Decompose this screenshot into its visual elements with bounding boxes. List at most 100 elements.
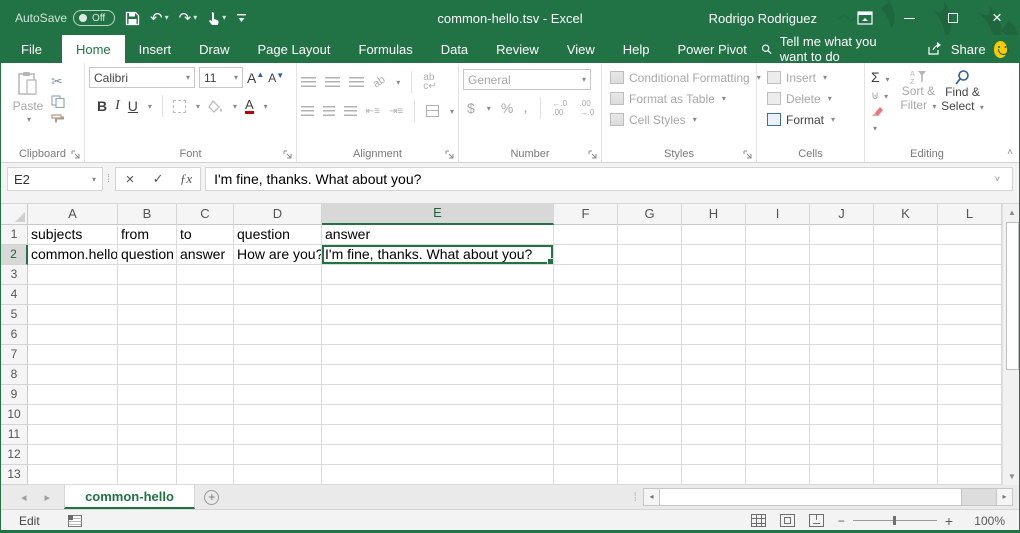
- cell-H10[interactable]: [682, 405, 746, 425]
- zoom-slider[interactable]: [853, 520, 937, 521]
- align-middle-icon[interactable]: [325, 77, 340, 87]
- cell-I12[interactable]: [746, 445, 810, 465]
- column-header-B[interactable]: B: [118, 204, 177, 225]
- cell-L10[interactable]: [938, 405, 1002, 425]
- cell-C10[interactable]: [177, 405, 234, 425]
- cell-E12[interactable]: [322, 445, 554, 465]
- cell-J10[interactable]: [810, 405, 874, 425]
- cell-H6[interactable]: [682, 325, 746, 345]
- row-header-2[interactable]: 2: [1, 245, 28, 265]
- cell-L8[interactable]: [938, 365, 1002, 385]
- vertical-scroll-thumb[interactable]: [1006, 222, 1019, 370]
- increase-font-size-button[interactable]: A▲: [247, 70, 264, 86]
- cell-E10[interactable]: [322, 405, 554, 425]
- macro-record-icon[interactable]: [68, 515, 82, 527]
- sheet-tab-common-hello[interactable]: common-hello: [64, 485, 195, 509]
- cell-E9[interactable]: [322, 385, 554, 405]
- accounting-format-icon[interactable]: $: [467, 100, 475, 116]
- cell-H11[interactable]: [682, 425, 746, 445]
- cell-J4[interactable]: [810, 285, 874, 305]
- row-header-5[interactable]: 5: [1, 305, 28, 325]
- find-select-button[interactable]: Find & Select ▾: [940, 67, 985, 146]
- column-header-H[interactable]: H: [682, 204, 746, 225]
- font-dialog-launcher-icon[interactable]: [283, 150, 293, 160]
- cell-K9[interactable]: [874, 385, 938, 405]
- cell-K1[interactable]: [874, 225, 938, 245]
- cell-C8[interactable]: [177, 365, 234, 385]
- insert-cells-button[interactable]: Insert▾: [767, 67, 860, 88]
- fill-color-icon[interactable]: [208, 100, 223, 113]
- cell-C6[interactable]: [177, 325, 234, 345]
- cell-C3[interactable]: [177, 265, 234, 285]
- cell-E11[interactable]: [322, 425, 554, 445]
- clipboard-dialog-launcher-icon[interactable]: [71, 150, 81, 160]
- column-header-L[interactable]: L: [938, 204, 1002, 225]
- cell-J13[interactable]: [810, 465, 874, 485]
- cell-I2[interactable]: [746, 245, 810, 265]
- cell-B10[interactable]: [118, 405, 177, 425]
- sort-filter-button[interactable]: A Z Sort & Filter ▾: [897, 67, 940, 146]
- cell-A9[interactable]: [28, 385, 118, 405]
- cell-D2[interactable]: How are you?: [234, 245, 322, 265]
- cell-A7[interactable]: [28, 345, 118, 365]
- cell-F8[interactable]: [554, 365, 618, 385]
- cell-L1[interactable]: [938, 225, 1002, 245]
- column-header-A[interactable]: A: [28, 204, 118, 225]
- close-button[interactable]: ×: [975, 1, 1019, 35]
- cell-I3[interactable]: [746, 265, 810, 285]
- conditional-formatting-button[interactable]: Conditional Formatting▾: [610, 67, 752, 88]
- cell-K6[interactable]: [874, 325, 938, 345]
- cell-F11[interactable]: [554, 425, 618, 445]
- cell-J11[interactable]: [810, 425, 874, 445]
- scroll-up-icon[interactable]: ▲: [1003, 204, 1020, 221]
- cell-F13[interactable]: [554, 465, 618, 485]
- user-name[interactable]: Rodrigo Rodriguez: [709, 11, 817, 26]
- customize-quick-access-button[interactable]: [236, 12, 247, 24]
- cell-F10[interactable]: [554, 405, 618, 425]
- cell-B4[interactable]: [118, 285, 177, 305]
- autosave-control[interactable]: AutoSave Off: [15, 10, 115, 26]
- fill-button[interactable]: ⊎ ▾: [871, 89, 893, 102]
- cell-G2[interactable]: [618, 245, 682, 265]
- cell-F6[interactable]: [554, 325, 618, 345]
- cell-styles-button[interactable]: Cell Styles▾: [610, 109, 752, 130]
- column-header-K[interactable]: K: [874, 204, 938, 225]
- undo-dropdown-icon[interactable]: ▾: [165, 14, 169, 22]
- fill-color-dropdown-icon[interactable]: ▾: [233, 102, 237, 111]
- cell-G11[interactable]: [618, 425, 682, 445]
- cell-G8[interactable]: [618, 365, 682, 385]
- cell-K10[interactable]: [874, 405, 938, 425]
- horizontal-scroll-track[interactable]: [962, 488, 996, 506]
- cell-H4[interactable]: [682, 285, 746, 305]
- cell-D10[interactable]: [234, 405, 322, 425]
- font-color-dropdown-icon[interactable]: ▾: [264, 102, 268, 111]
- font-color-icon[interactable]: A: [245, 98, 254, 114]
- cell-C13[interactable]: [177, 465, 234, 485]
- cell-F7[interactable]: [554, 345, 618, 365]
- cell-J12[interactable]: [810, 445, 874, 465]
- cell-L12[interactable]: [938, 445, 1002, 465]
- cell-K7[interactable]: [874, 345, 938, 365]
- expand-formula-bar-icon[interactable]: ˅: [995, 174, 1004, 184]
- font-size-select[interactable]: 11 ▾: [199, 67, 243, 88]
- page-layout-view-button[interactable]: [780, 514, 795, 527]
- cell-D3[interactable]: [234, 265, 322, 285]
- column-header-F[interactable]: F: [554, 204, 618, 225]
- touch-mode-dropdown-icon[interactable]: ▾: [222, 14, 226, 22]
- cell-D12[interactable]: [234, 445, 322, 465]
- cell-D7[interactable]: [234, 345, 322, 365]
- cell-B8[interactable]: [118, 365, 177, 385]
- column-header-J[interactable]: J: [810, 204, 874, 225]
- cell-H9[interactable]: [682, 385, 746, 405]
- cell-C7[interactable]: [177, 345, 234, 365]
- orientation-dropdown-icon[interactable]: ▾: [396, 78, 400, 87]
- cut-icon[interactable]: ✂: [51, 73, 65, 90]
- styles-dialog-launcher-icon[interactable]: [743, 150, 753, 160]
- cell-F1[interactable]: [554, 225, 618, 245]
- cell-E8[interactable]: [322, 365, 554, 385]
- ribbon-tab-formulas[interactable]: Formulas: [345, 35, 427, 63]
- cell-G13[interactable]: [618, 465, 682, 485]
- align-center-icon[interactable]: [323, 106, 336, 116]
- increase-decimal-icon[interactable]: ←.0 .00: [552, 99, 569, 117]
- row-header-7[interactable]: 7: [1, 345, 28, 365]
